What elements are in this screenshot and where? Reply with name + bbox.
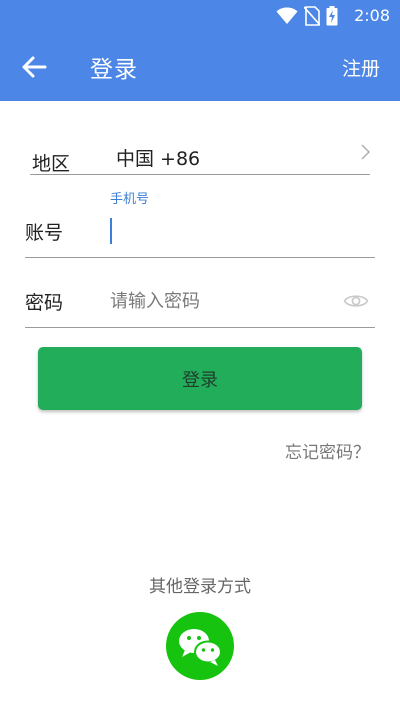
toolbar: 登录 注册 [0,32,400,101]
other-login-label: 其他登录方式 [149,577,251,597]
password-label: 密码 [25,292,64,314]
wifi-icon [276,7,298,24]
status-time: 2:08 [354,6,390,25]
wechat-icon [179,629,222,666]
forgot-password-link[interactable]: 忘记密码？ [285,438,370,463]
chevron-right-icon[interactable] [357,142,373,162]
back-button[interactable] [18,52,52,82]
password-divider [25,327,375,328]
region-label: 地区 [32,153,71,175]
region-divider [30,174,370,175]
account-label: 账号 [25,222,64,244]
status-icons [276,5,338,27]
region-value[interactable]: 中国 +86 [116,144,200,171]
page-title: 登录 [90,57,138,83]
phone-float-label: 手机号 [110,192,150,207]
eye-icon[interactable] [343,291,369,311]
register-button[interactable]: 注册 [342,54,380,81]
password-input[interactable] [110,284,330,318]
arrow-left-icon [22,56,47,78]
battery-charging-icon [326,6,338,26]
no-sim-icon [304,6,320,26]
status-bar: 2:08 [0,0,400,32]
login-button[interactable]: 登录 [38,347,362,410]
app-bar: 2:08 登录 注册 [0,0,400,101]
wechat-login-button[interactable] [166,612,234,680]
phone-input[interactable] [114,214,369,248]
text-cursor [110,218,112,244]
account-divider [25,257,375,258]
